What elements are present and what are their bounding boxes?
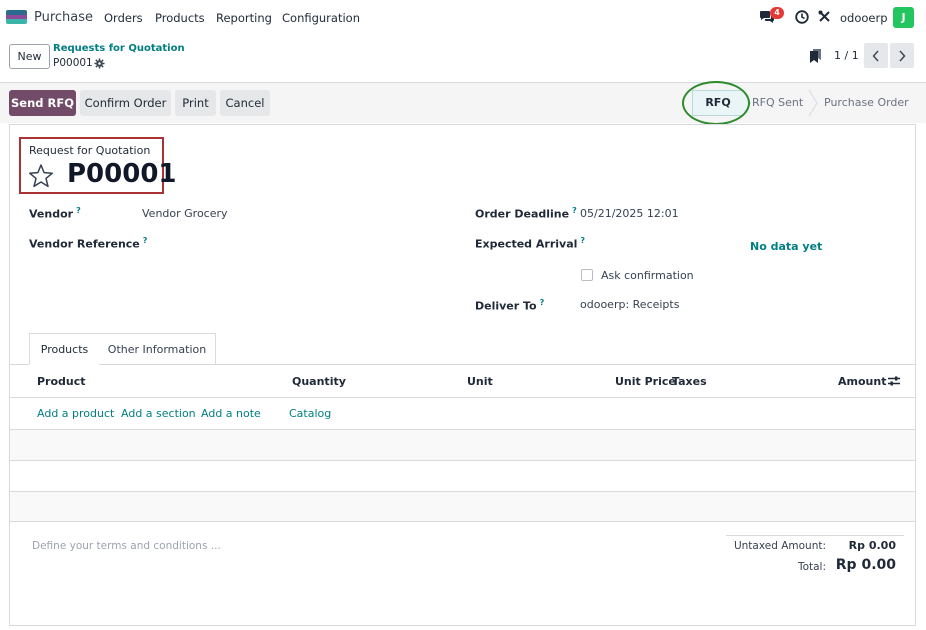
pager-value[interactable]: 1 / 1 [834, 49, 859, 62]
total-value: Rp 0.00 [835, 557, 896, 573]
deliver-to-label: Deliver To? [475, 298, 545, 313]
table-bottom-divider [9, 521, 916, 522]
notification-badge: 4 [770, 7, 784, 19]
user-avatar[interactable]: J [893, 7, 914, 28]
status-rfq[interactable]: RFQ [692, 90, 744, 116]
form-title-label: Request for Quotation [29, 144, 151, 157]
order-deadline-field[interactable]: 05/21/2025 12:01 [580, 207, 679, 220]
cancel-button[interactable]: Cancel [220, 90, 270, 116]
print-button[interactable]: Print [175, 90, 216, 116]
table-header-divider [9, 397, 916, 398]
menu-orders[interactable]: Orders [104, 11, 143, 25]
terms-and-conditions-input[interactable]: Define your terms and conditions ... [32, 540, 221, 552]
pager-previous-button[interactable] [864, 43, 888, 68]
vendor-label: Vendor? [29, 206, 81, 221]
status-arrow-fill [742, 90, 750, 116]
star-icon[interactable] [28, 163, 54, 189]
tools-icon[interactable] [818, 10, 831, 23]
breadcrumb[interactable]: Requests for Quotation [53, 43, 185, 54]
confirm-order-button[interactable]: Confirm Order [80, 90, 171, 116]
no-data-text: No data yet [750, 240, 823, 253]
help-icon[interactable]: ? [572, 206, 577, 215]
chevron-left-icon [872, 50, 879, 61]
add-section-link[interactable]: Add a section [121, 407, 196, 420]
gear-icon[interactable] [94, 58, 105, 69]
database-name[interactable]: odooerp [840, 11, 888, 25]
breadcrumb-record-name: P00001 [53, 57, 93, 69]
send-rfq-button[interactable]: Send RFQ [9, 90, 76, 116]
table-row [10, 461, 915, 491]
form-title: P00001 [67, 159, 177, 189]
tab-other-information[interactable]: Other Information [99, 333, 216, 365]
untaxed-amount-label: Untaxed Amount: [733, 540, 826, 552]
new-button[interactable]: New [9, 44, 50, 69]
catalog-link[interactable]: Catalog [289, 407, 331, 420]
deliver-to-field[interactable]: odooerp: Receipts [580, 298, 679, 311]
totals-divider [726, 535, 904, 536]
clock-icon[interactable] [795, 10, 809, 24]
add-product-link[interactable]: Add a product [37, 407, 114, 420]
help-icon[interactable]: ? [143, 236, 148, 245]
help-icon[interactable]: ? [580, 236, 585, 245]
column-unit-price[interactable]: Unit Price [615, 375, 676, 388]
optional-columns-icon[interactable] [888, 375, 900, 387]
status-rfq-sent[interactable]: RFQ Sent [752, 96, 803, 109]
menu-configuration[interactable]: Configuration [282, 11, 360, 25]
column-amount[interactable]: Amount [838, 375, 886, 388]
column-quantity[interactable]: Quantity [292, 375, 346, 388]
status-separator [808, 90, 818, 116]
expected-arrival-label: Expected Arrival? [475, 236, 586, 251]
vendor-field[interactable]: Vendor Grocery [142, 207, 228, 220]
tab-products[interactable]: Products [29, 333, 100, 365]
vendor-reference-label: Vendor Reference? [29, 236, 148, 251]
bookmark-icon[interactable] [810, 49, 821, 63]
purchase-app-icon[interactable] [6, 10, 27, 24]
menu-reporting[interactable]: Reporting [216, 11, 272, 25]
pager-next-button[interactable] [890, 43, 914, 68]
table-row [10, 430, 915, 460]
ask-confirmation-checkbox[interactable] [581, 269, 593, 281]
total-label: Total: [797, 561, 826, 573]
app-name[interactable]: Purchase [34, 10, 93, 25]
untaxed-amount-value: Rp 0.00 [848, 539, 896, 552]
top-navbar: Purchase Orders Products Reporting Confi… [0, 0, 926, 34]
help-icon[interactable]: ? [540, 298, 545, 307]
ask-confirmation-label: Ask confirmation [601, 269, 694, 282]
add-note-link[interactable]: Add a note [201, 407, 261, 420]
column-taxes[interactable]: Taxes [672, 375, 707, 388]
table-row [10, 492, 915, 522]
menu-products[interactable]: Products [155, 11, 205, 25]
chevron-right-icon [899, 50, 906, 61]
column-product[interactable]: Product [37, 375, 86, 388]
status-purchase-order[interactable]: Purchase Order [824, 96, 909, 109]
order-deadline-label: Order Deadline? [475, 206, 577, 221]
column-unit[interactable]: Unit [467, 375, 493, 388]
help-icon[interactable]: ? [76, 206, 81, 215]
